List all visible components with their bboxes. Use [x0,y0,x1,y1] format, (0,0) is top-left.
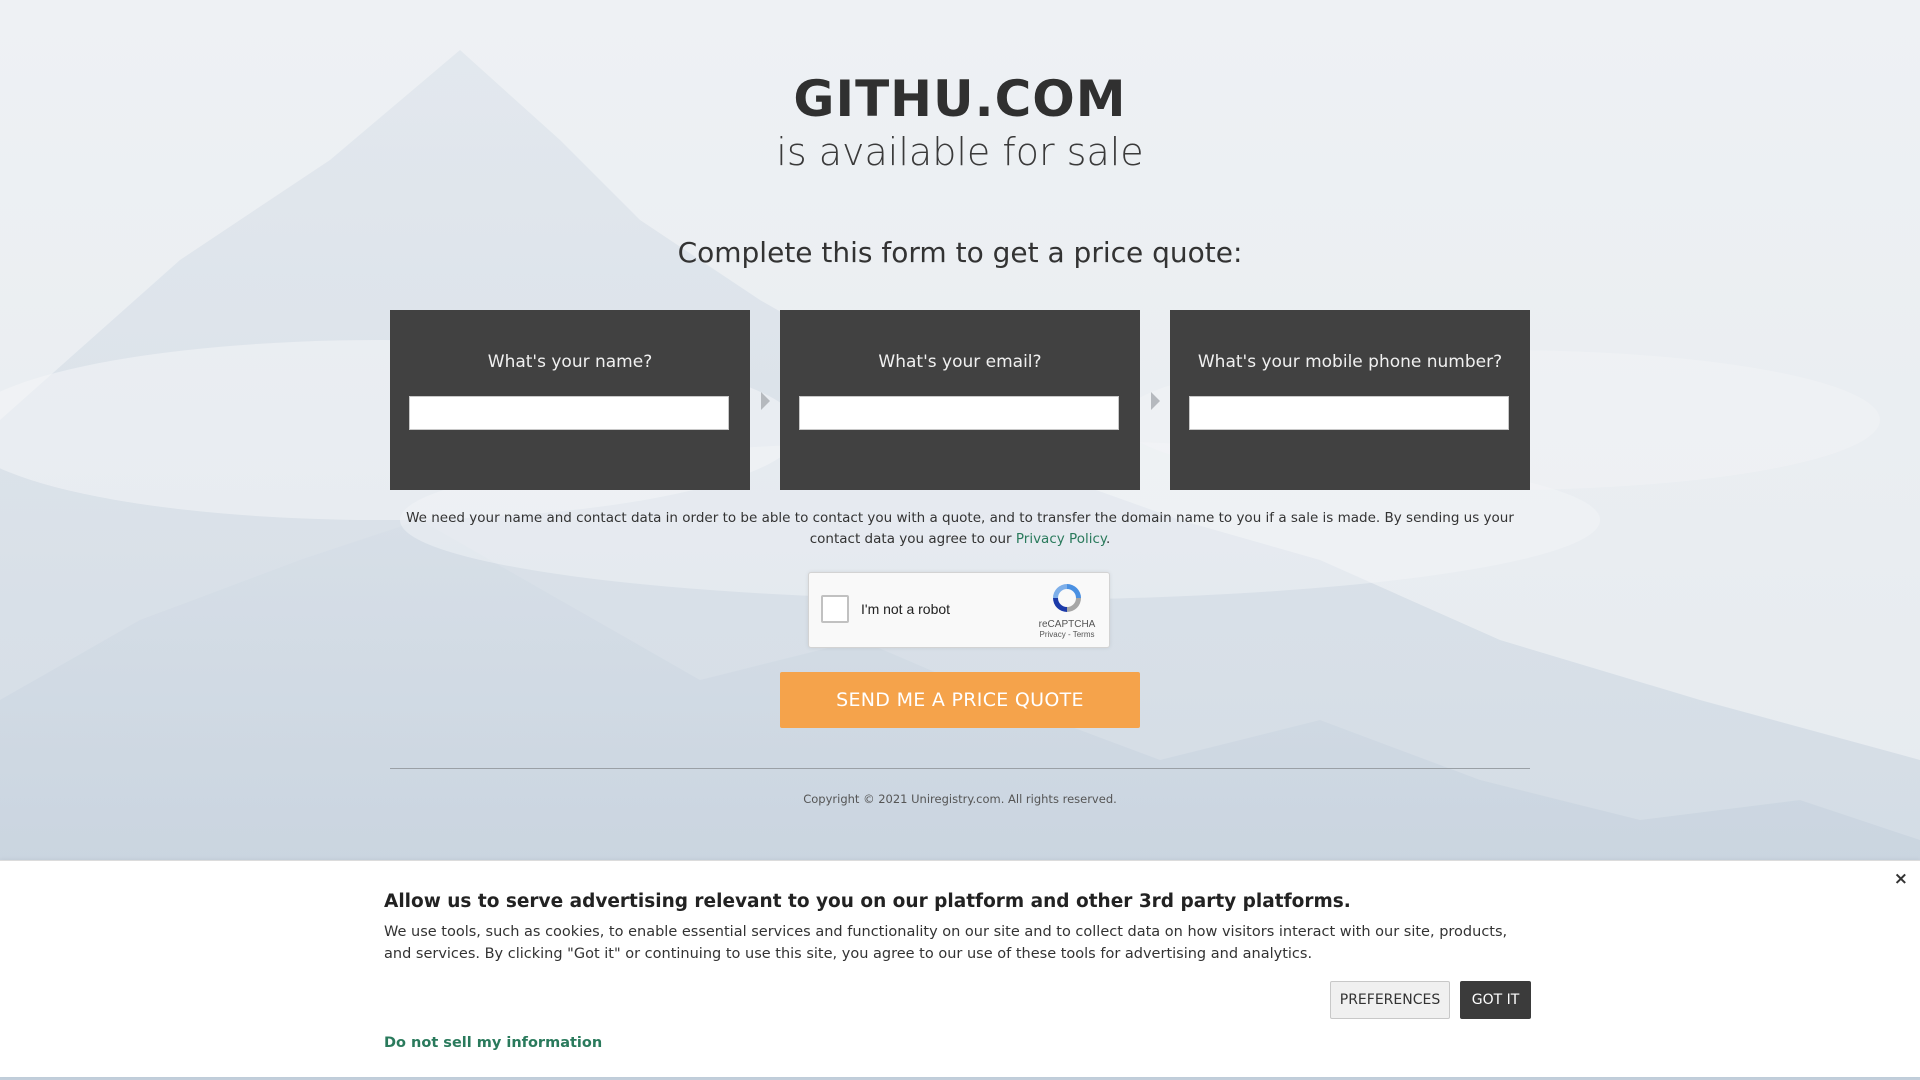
arrow-right-icon [1151,392,1160,410]
privacy-policy-link[interactable]: Privacy Policy [1016,531,1106,547]
phone-label: What's your mobile phone number? [1197,352,1503,372]
privacy-disclaimer: We need your name and contact data in or… [390,508,1530,550]
name-panel: What's your name? [390,310,750,490]
phone-input[interactable] [1189,396,1509,430]
recaptcha-logo: reCAPTCHA Privacy - Terms [1037,581,1097,639]
cookie-body: We use tools, such as cookies, to enable… [384,924,1508,962]
email-input[interactable] [799,396,1119,430]
form-heading: Complete this form to get a price quote: [677,236,1243,269]
preferences-button[interactable]: PREFERENCES [1330,981,1450,1019]
close-icon[interactable]: × [1894,869,1908,889]
email-panel: What's your email? [780,310,1140,490]
cookie-title: Allow us to serve advertising relevant t… [384,891,1351,912]
disclaimer-text: We need your name and contact data in or… [406,510,1514,547]
send-quote-button[interactable]: SEND ME A PRICE QUOTE [780,672,1140,728]
recaptcha-brand: reCAPTCHA [1038,619,1096,630]
got-it-button[interactable]: GOT IT [1460,981,1531,1019]
arrow-right-icon [761,392,770,410]
main-content: GITHU.COM is available for sale Complete… [0,0,1920,860]
email-label: What's your email? [878,352,1042,372]
recaptcha-links[interactable]: Privacy - Terms [1037,630,1097,639]
phone-panel: What's your mobile phone number? [1170,310,1530,490]
disclaimer-end: . [1105,531,1111,547]
cookie-banner: × Allow us to serve advertising relevant… [0,860,1920,1077]
footer-divider [390,768,1530,769]
name-label: What's your name? [487,352,653,372]
name-input[interactable] [409,396,729,430]
do-not-sell-link[interactable]: Do not sell my information [384,1035,602,1051]
recaptcha-icon [1053,584,1081,612]
recaptcha-widget: I'm not a robot reCAPTCHA Privacy - Term… [808,572,1110,648]
recaptcha-checkbox[interactable] [821,595,849,623]
recaptcha-label: I'm not a robot [861,601,951,617]
domain-subtitle: is available for sale [776,130,1144,174]
domain-title: GITHU.COM [793,70,1127,128]
copyright-text: Copyright © 2021 Uniregistry.com. All ri… [803,792,1117,806]
